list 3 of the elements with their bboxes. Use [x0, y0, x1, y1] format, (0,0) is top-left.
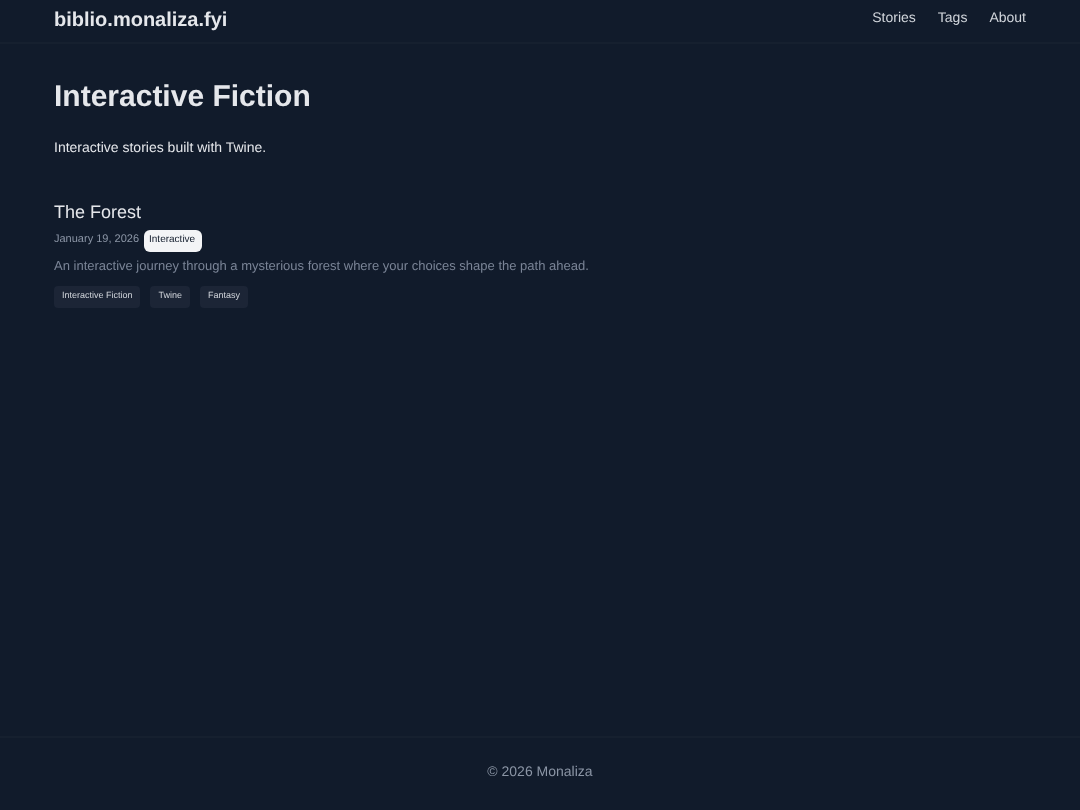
story-title[interactable]: The Forest — [54, 199, 1026, 226]
page-heading: Interactive Fiction — [54, 82, 313, 112]
site-title[interactable]: biblio.monaliza.fyi — [54, 6, 228, 36]
